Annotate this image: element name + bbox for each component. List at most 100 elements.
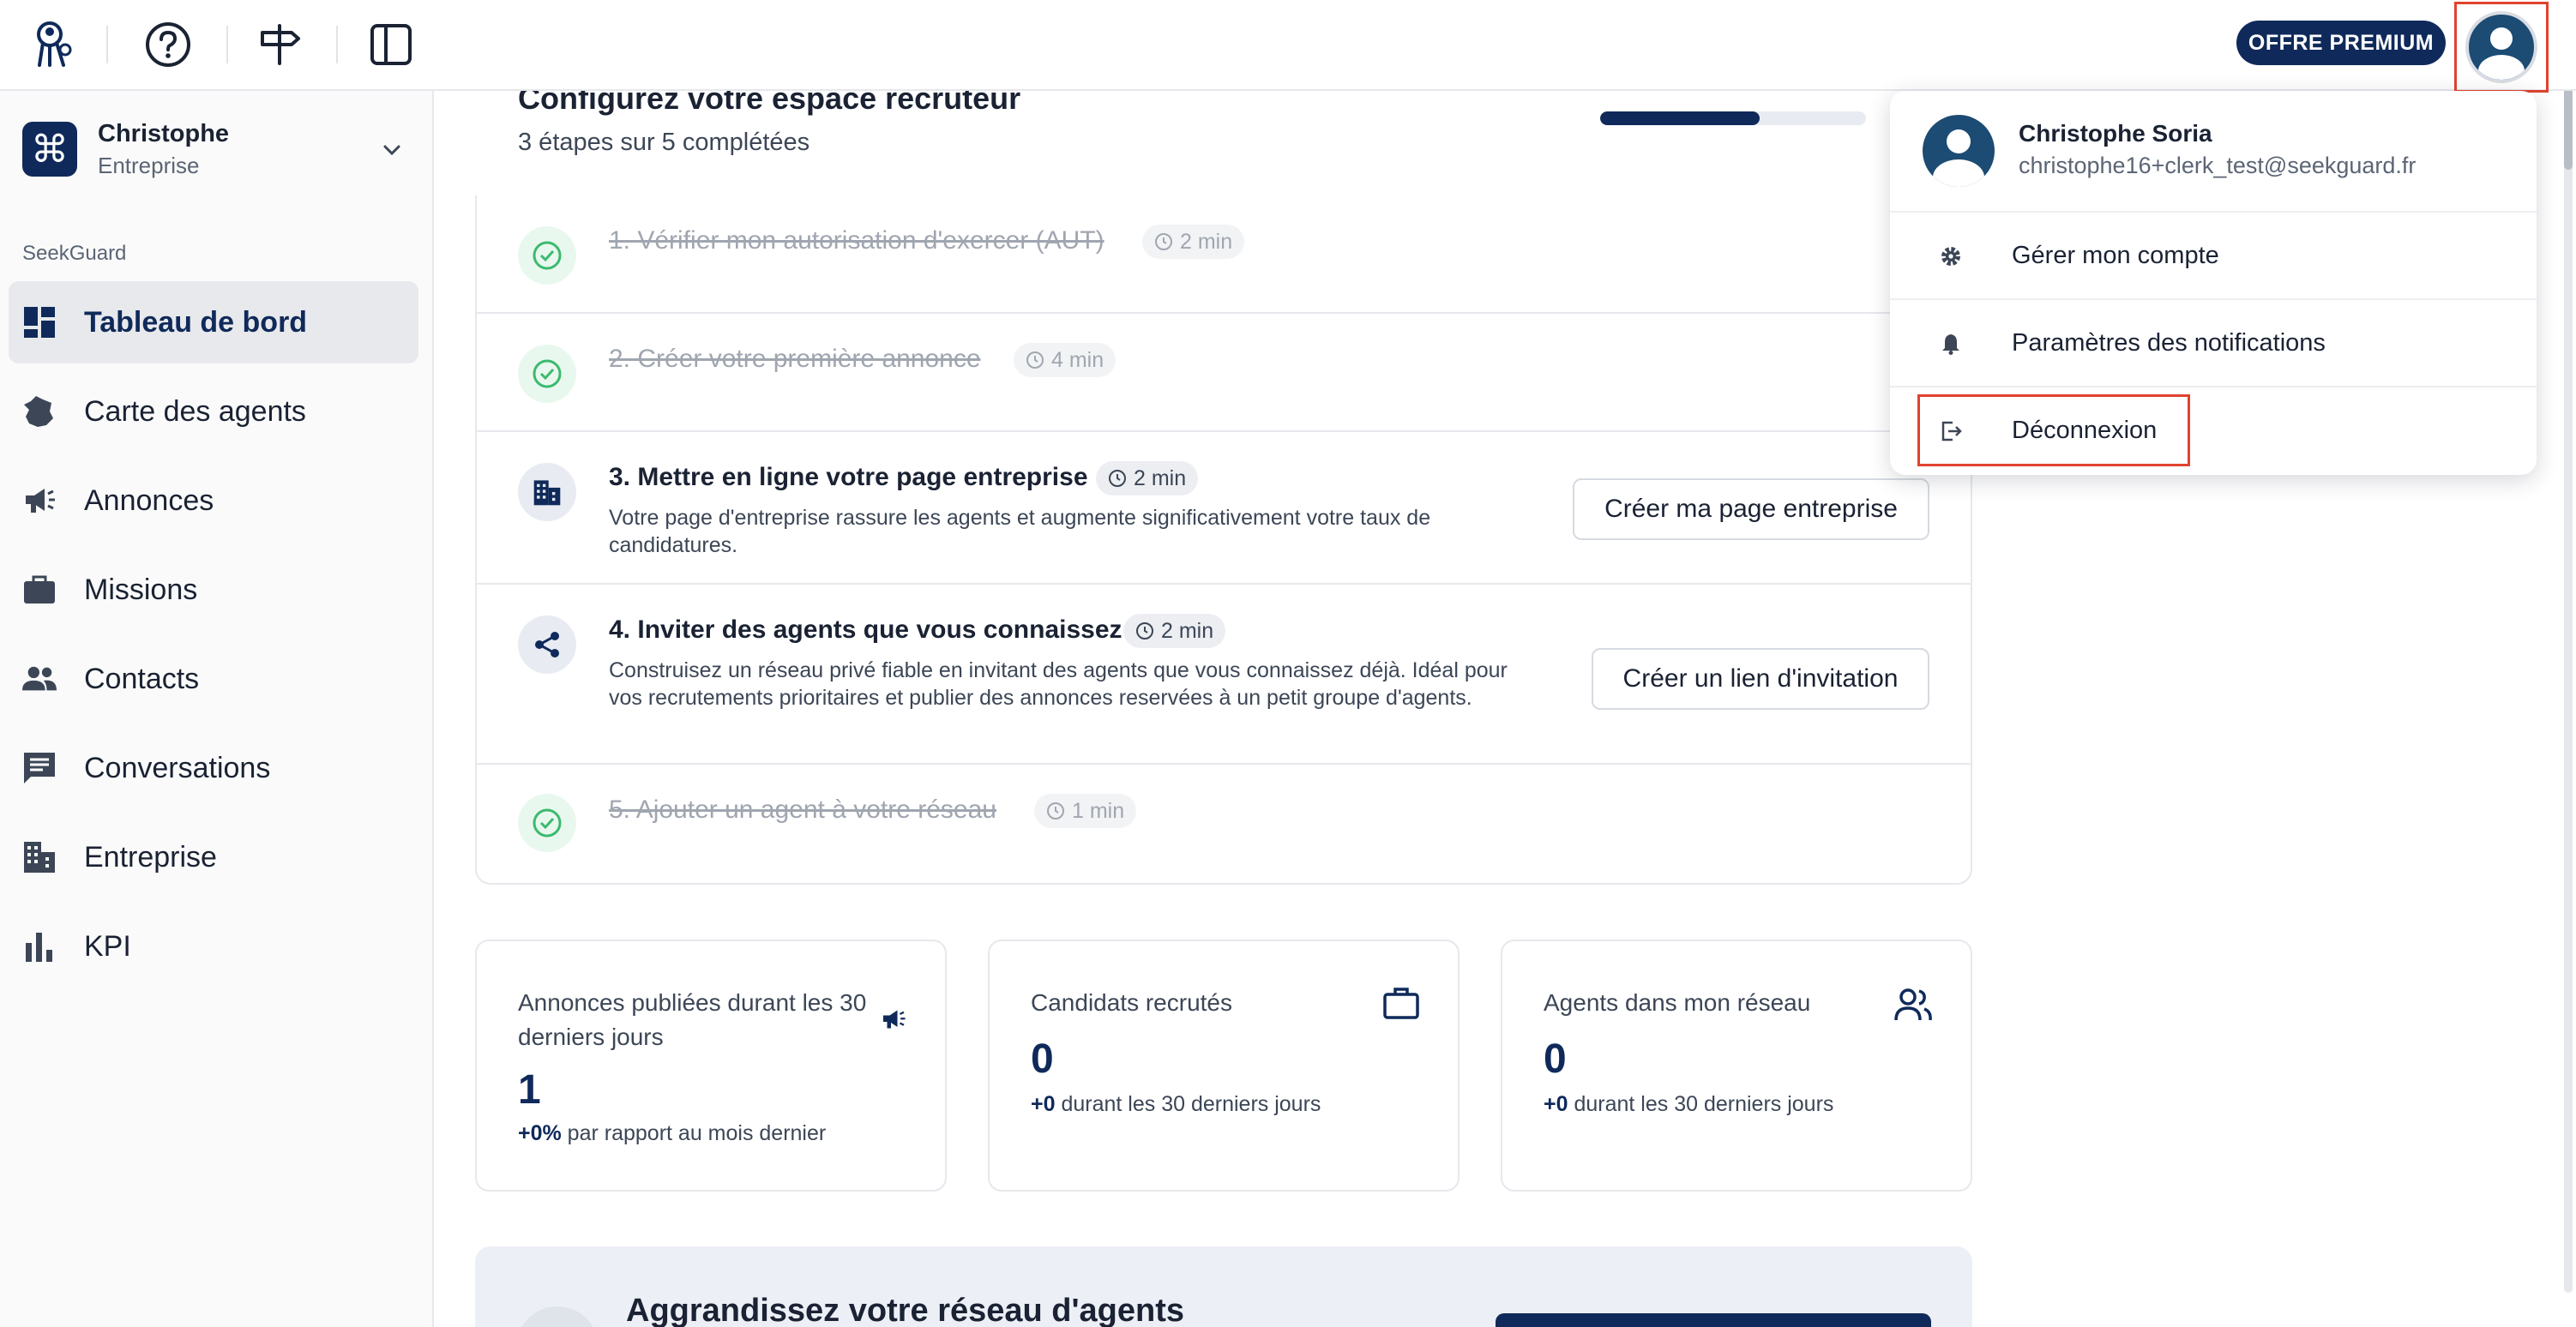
onboarding-steps: 1. Vérifier mon autorisation d'exercer (… <box>475 195 1972 885</box>
sidebar-item-label: KPI <box>84 929 131 963</box>
sidebar-item-label: Tableau de bord <box>84 305 308 339</box>
section-label: SeekGuard <box>22 242 127 265</box>
step-duration: 2 min <box>1096 461 1199 495</box>
command-icon: ⌘ <box>22 122 77 177</box>
sidebar-item-label: Carte des agents <box>84 394 306 428</box>
stat-note: +0 durant les 30 derniers jours <box>1031 1092 1321 1116</box>
menu-item-logout[interactable]: Déconnexion <box>1890 387 2537 475</box>
france-map-icon <box>22 394 57 429</box>
stat-value: 1 <box>518 1067 541 1113</box>
step-title: 5. Ajouter un agent à votre réseau <box>609 796 996 824</box>
people-icon <box>22 662 57 696</box>
toolbar-divider <box>106 26 108 63</box>
org-type: Entreprise <box>98 153 200 178</box>
stat-card-annonces: Annonces publiées durant les 30 derniers… <box>475 940 947 1192</box>
building-icon <box>22 840 57 874</box>
building-icon <box>518 463 576 521</box>
stat-note: +0 durant les 30 derniers jours <box>1544 1092 1834 1116</box>
sidebar-item-label: Annonces <box>84 483 214 517</box>
check-circle-icon <box>518 226 576 285</box>
onboarding-step: 3. Mettre en ligne votre page entreprise… <box>477 432 1971 585</box>
grow-network-button[interactable] <box>1496 1313 1931 1327</box>
briefcase-icon <box>22 573 57 607</box>
onboarding-step: 4. Inviter des agents que vous connaisse… <box>477 585 1971 765</box>
stat-value: 0 <box>1544 1036 1567 1082</box>
agent-logo-icon[interactable] <box>22 12 87 77</box>
sidebar-item-entreprise[interactable]: Entreprise <box>9 816 418 898</box>
check-circle-icon <box>518 794 576 852</box>
stat-title: Annonces publiées durant les 30 derniers… <box>518 989 867 1050</box>
menu-item-label: Paramètres des notifications <box>2012 329 2326 357</box>
onboarding-progress <box>1600 111 1866 125</box>
bar-chart-icon <box>22 929 57 964</box>
organization-switcher[interactable]: ⌘ Christophe Entreprise <box>22 115 417 187</box>
sidebar-item-annonces[interactable]: Annonces <box>9 459 418 542</box>
bell-icon <box>1938 331 1964 357</box>
signpost-icon[interactable] <box>247 12 312 77</box>
avatar <box>2465 11 2537 83</box>
menu-item-manage-account[interactable]: Gérer mon compte <box>1890 213 2537 300</box>
menu-item-notification-settings[interactable]: Paramètres des notifications <box>1890 300 2537 387</box>
sidebar-item-contacts[interactable]: Contacts <box>9 638 418 720</box>
chevron-down-icon <box>379 137 405 167</box>
help-icon[interactable] <box>135 12 201 77</box>
step-title: 4. Inviter des agents que vous connaisse… <box>609 615 1122 644</box>
step-title: 1. Vérifier mon autorisation d'exercer (… <box>609 226 1104 255</box>
people-icon <box>1893 986 1933 1028</box>
user-email: christophe16+clerk_test@seekguard.fr <box>2019 153 2417 178</box>
sidebar-item-conversations[interactable]: Conversations <box>9 727 418 809</box>
stat-card-agents: Agents dans mon réseau 0 +0 durant les 3… <box>1501 940 1972 1192</box>
progress-fill <box>1600 111 1760 125</box>
share-icon <box>518 615 576 674</box>
user-name: Christophe Soria <box>2019 120 2212 147</box>
scrollbar[interactable] <box>2564 7 2573 1293</box>
briefcase-icon <box>1382 986 1420 1024</box>
menu-item-label: Déconnexion <box>2012 417 2158 444</box>
megaphone-icon <box>22 483 57 518</box>
premium-offer-button[interactable]: OFFRE PREMIUM <box>2236 21 2446 65</box>
banner-illustration <box>516 1306 599 1327</box>
clock-icon <box>1136 622 1153 639</box>
sidebar-toggle-icon[interactable] <box>358 12 424 77</box>
step-duration: 2 min <box>1142 225 1245 259</box>
sidebar: ⌘ Christophe Entreprise SeekGuard Tablea… <box>0 91 434 1327</box>
toolbar-divider <box>226 26 228 63</box>
gear-icon <box>1938 243 1964 269</box>
step-title: 2. Créer votre première annonce <box>609 345 981 373</box>
stat-value: 0 <box>1031 1036 1054 1082</box>
onboarding-step[interactable]: 2. Créer votre première annonce 4 min <box>477 314 1971 432</box>
sidebar-item-label: Contacts <box>84 662 200 695</box>
onboarding-step[interactable]: 1. Vérifier mon autorisation d'exercer (… <box>477 195 1971 314</box>
sidebar-item-kpi[interactable]: KPI <box>9 905 418 988</box>
banner-title: Aggrandissez votre réseau d'agents <box>626 1293 1185 1327</box>
megaphone-icon <box>880 1006 907 1036</box>
stat-title: Agents dans mon réseau <box>1544 989 1811 1016</box>
check-circle-icon <box>518 345 576 403</box>
stat-note: +0% par rapport au mois dernier <box>518 1121 827 1145</box>
clock-icon <box>1109 470 1126 487</box>
user-dropdown-menu: Christophe Soria christophe16+clerk_test… <box>1890 91 2537 475</box>
org-name: Christophe <box>98 120 230 147</box>
menu-item-label: Gérer mon compte <box>2012 242 2219 269</box>
onboarding-subtitle: 3 étapes sur 5 complétées <box>518 129 810 156</box>
menu-user-header: Christophe Soria christophe16+clerk_test… <box>1890 91 2537 213</box>
create-company-page-button[interactable]: Créer ma page entreprise <box>1573 478 1929 540</box>
onboarding-step[interactable]: 5. Ajouter un agent à votre réseau 1 min <box>477 765 1971 883</box>
toolbar-divider <box>336 26 338 63</box>
logout-icon <box>1938 418 1964 444</box>
create-invite-link-button[interactable]: Créer un lien d'invitation <box>1592 648 1929 710</box>
dashboard-icon <box>22 305 57 339</box>
sidebar-item-tableau-de-bord[interactable]: Tableau de bord <box>9 281 418 363</box>
top-bar: OFFRE PREMIUM <box>0 0 2576 93</box>
sidebar-item-label: Entreprise <box>84 840 217 874</box>
step-duration: 2 min <box>1123 614 1226 648</box>
step-description: Votre page d'entreprise rassure les agen… <box>609 506 1431 557</box>
grow-network-banner: Aggrandissez votre réseau d'agents <box>475 1246 1972 1327</box>
user-avatar-button[interactable] <box>2454 2 2549 93</box>
chat-icon <box>22 751 57 785</box>
avatar <box>1923 115 1995 187</box>
sidebar-item-label: Conversations <box>84 751 271 784</box>
sidebar-item-carte-des-agents[interactable]: Carte des agents <box>9 370 418 453</box>
clock-icon <box>1047 802 1064 820</box>
sidebar-item-missions[interactable]: Missions <box>9 549 418 631</box>
